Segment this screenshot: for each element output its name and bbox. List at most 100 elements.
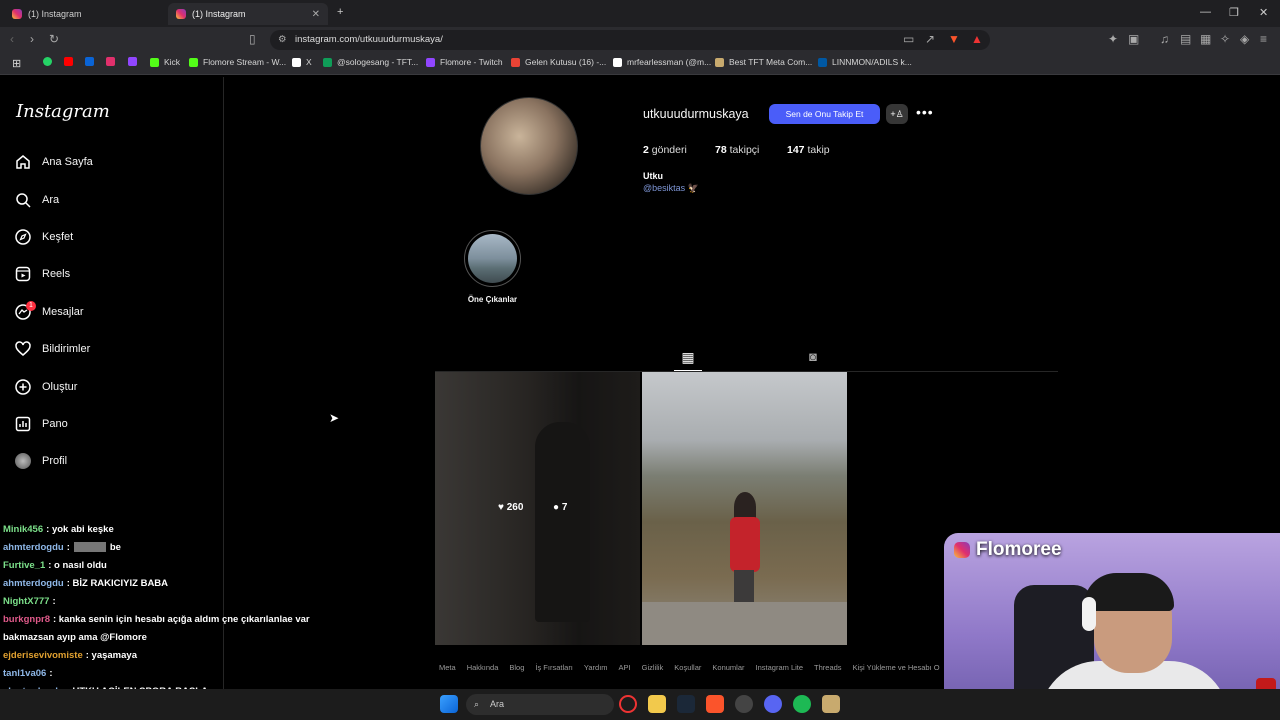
highlight-thumbnail: [468, 234, 517, 283]
file-explorer-icon[interactable]: [648, 695, 666, 713]
tab-tagged[interactable]: ◙: [804, 349, 822, 367]
follow-back-button[interactable]: Sen de Onu Takip Et: [769, 104, 880, 124]
story-highlight[interactable]: [464, 230, 521, 287]
apps-grid-icon[interactable]: ⊞: [12, 57, 21, 70]
bookmark-x[interactable]: X: [292, 57, 312, 67]
back-icon[interactable]: ‹: [10, 32, 14, 46]
media-icon[interactable]: ♫: [1160, 32, 1169, 46]
tab-instagram-1[interactable]: (1) Instagram: [4, 3, 164, 25]
screenshot-icon[interactable]: ▣: [1128, 32, 1139, 46]
footer-link[interactable]: Kişi Yükleme ve Hesabı O: [853, 663, 940, 672]
minimize-icon[interactable]: —: [1200, 6, 1211, 18]
bookmark-outlook[interactable]: [85, 57, 99, 66]
bookmark-flomore-stream[interactable]: Flomore Stream - W...: [189, 57, 286, 67]
chat-username[interactable]: Minik456: [3, 524, 43, 535]
footer-link[interactable]: Gizlilik: [642, 663, 664, 672]
footer-link[interactable]: API: [619, 663, 631, 672]
brave-icon[interactable]: [706, 695, 724, 713]
reload-icon[interactable]: ↻: [49, 32, 59, 46]
mouse-cursor-icon: ➤: [329, 411, 340, 425]
sidebar-item-home[interactable]: Ana Sayfa: [14, 150, 93, 174]
chat-username[interactable]: Furtive_1: [3, 560, 45, 571]
sidebar-item-reels[interactable]: Reels: [14, 262, 70, 286]
profile-avatar[interactable]: [480, 97, 578, 195]
footer-link[interactable]: Instagram Lite: [756, 663, 804, 672]
person-jacket: [730, 517, 760, 572]
sidebar-item-search[interactable]: Ara: [14, 188, 59, 212]
post-tile[interactable]: ♥ 260 ● 7: [435, 372, 640, 645]
sidebar-item-profile[interactable]: Profil: [14, 449, 67, 473]
obs-icon[interactable]: [735, 695, 753, 713]
sidebar-item-create[interactable]: Oluştur: [14, 375, 77, 399]
forward-icon[interactable]: ›: [30, 32, 34, 46]
bookmark-youtube[interactable]: [64, 57, 78, 66]
tft-icon: [715, 57, 724, 67]
vpn-icon[interactable]: ◈: [1240, 32, 1249, 46]
footer-link[interactable]: İş Fırsatları: [535, 663, 573, 672]
bookmark-tiktok[interactable]: mrfearlessman (@m...: [613, 57, 711, 67]
bio-mention-link[interactable]: @besiktas 🦅: [643, 183, 699, 194]
taskbar-search[interactable]: ⌕ Ara: [466, 694, 614, 715]
bookmark-sologesang[interactable]: @sologesang - TFT...: [323, 57, 418, 67]
share-icon[interactable]: ↗: [925, 32, 935, 46]
chat-message: Furtive_1: o nasıl oldu: [3, 560, 107, 571]
bookmark-kick[interactable]: Kick: [150, 57, 180, 67]
league-client-icon[interactable]: [822, 695, 840, 713]
footer-link[interactable]: Threads: [814, 663, 842, 672]
wallet-icon[interactable]: ▦: [1200, 32, 1211, 46]
footer-link[interactable]: Konumlar: [712, 663, 744, 672]
sidebar-item-dashboard[interactable]: Pano: [14, 412, 68, 436]
more-options-icon[interactable]: •••: [916, 104, 934, 120]
sidebar-item-notifications[interactable]: Bildirimler: [14, 337, 90, 361]
search-icon: [14, 191, 32, 209]
opera-icon[interactable]: [619, 695, 637, 713]
brave-shield-icon[interactable]: ▼: [948, 32, 960, 46]
bookmark-flomore-twitch[interactable]: Flomore - Twitch: [426, 57, 503, 67]
suggested-users-button[interactable]: +♙: [886, 104, 908, 124]
tab-posts[interactable]: ▦: [674, 349, 702, 371]
close-window-icon[interactable]: ✕: [1259, 6, 1268, 19]
cast-icon[interactable]: ▭: [903, 32, 914, 46]
chat-username[interactable]: ahmterdogdu: [3, 542, 64, 553]
maximize-icon[interactable]: ❐: [1229, 6, 1239, 19]
post-tile[interactable]: [642, 372, 847, 645]
spotify-icon[interactable]: [793, 695, 811, 713]
sidebar-icon[interactable]: ▤: [1180, 32, 1191, 46]
bookmark-gmail[interactable]: Gelen Kutusu (16) -...: [511, 57, 606, 67]
close-tab-icon[interactable]: ✕: [312, 9, 320, 20]
sidebar-item-messages[interactable]: 1 Mesajlar: [14, 300, 84, 324]
menu-icon[interactable]: ≡: [1260, 32, 1267, 46]
new-tab-button[interactable]: +: [337, 6, 343, 18]
taskbar-search-placeholder: Ara: [490, 699, 505, 709]
bookmark-tft-meta[interactable]: Best TFT Meta Com...: [715, 57, 812, 67]
footer-link[interactable]: Hakkında: [467, 663, 499, 672]
tab-title: (1) Instagram: [28, 9, 82, 19]
tab-instagram-2[interactable]: (1) Instagram ✕: [168, 3, 328, 25]
following-stat[interactable]: 147 takip: [787, 144, 830, 156]
brave-rewards-icon[interactable]: ▲: [971, 32, 983, 46]
bookmark-instagram[interactable]: [106, 57, 120, 66]
bookmark-whatsapp[interactable]: [43, 57, 57, 66]
footer-link[interactable]: Yardım: [584, 663, 608, 672]
extensions-icon[interactable]: ✦: [1108, 32, 1118, 46]
chat-username[interactable]: ahmterdogdu: [3, 578, 64, 589]
chat-username[interactable]: burkgnpr8: [3, 614, 50, 625]
steam-icon[interactable]: [677, 695, 695, 713]
chat-username[interactable]: ejderisevivomiste: [3, 650, 83, 661]
footer-link[interactable]: Koşullar: [674, 663, 701, 672]
footer-link[interactable]: Blog: [509, 663, 524, 672]
bookmark-twitch[interactable]: [128, 57, 142, 66]
bookmark-icon[interactable]: ▯: [249, 32, 256, 46]
sidebar-item-explore[interactable]: Keşfet: [14, 225, 73, 249]
address-bar[interactable]: ⚙ instagram.com/utkuuudurmuskaya/: [270, 30, 990, 50]
site-settings-icon[interactable]: ⚙: [278, 30, 287, 50]
leo-ai-icon[interactable]: ✧: [1220, 32, 1230, 46]
footer-link[interactable]: Meta: [439, 663, 456, 672]
windows-start-icon[interactable]: [440, 695, 458, 713]
followers-stat[interactable]: 78 takipçi: [715, 144, 759, 156]
bookmark-ikea[interactable]: LINNMON/ADILS k...: [818, 57, 912, 67]
discord-icon[interactable]: [764, 695, 782, 713]
instagram-logo[interactable]: Instagram: [16, 101, 110, 122]
chat-username[interactable]: NightX777: [3, 596, 49, 607]
chat-username[interactable]: tanl1va06: [3, 668, 46, 679]
